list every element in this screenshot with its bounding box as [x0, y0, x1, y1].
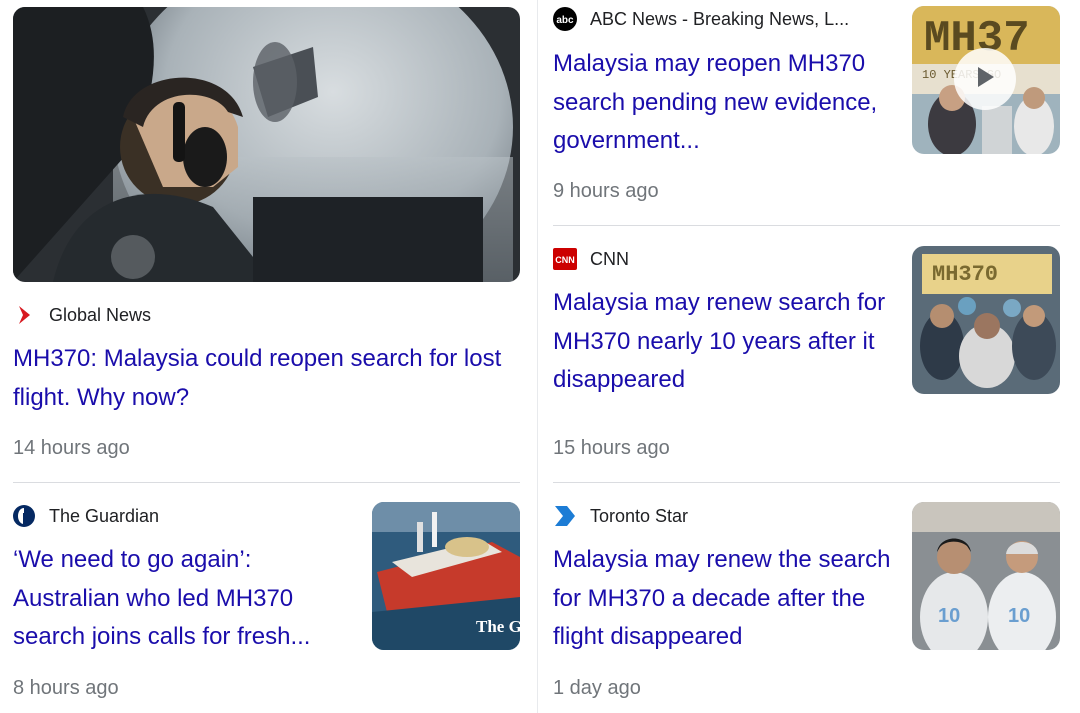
- headline-link[interactable]: ‘We need to go again’: Australian who le…: [13, 541, 358, 657]
- timestamp: 8 hours ago: [13, 677, 119, 699]
- source-name: The Guardian: [49, 505, 160, 526]
- search-ship-photo[interactable]: The Guar: [372, 502, 520, 650]
- relatives-praying-photo[interactable]: 10 10: [912, 502, 1060, 650]
- play-icon: [975, 66, 995, 93]
- svg-text:10: 10: [1008, 605, 1030, 627]
- search-ship-image: The Guar: [372, 502, 520, 650]
- news-card-guardian[interactable]: The Guardian ‘We need to go again’: Aust…: [0, 483, 530, 713]
- mh370-vigil-image: MH370: [912, 246, 1060, 394]
- news-card-abc-news[interactable]: abc ABC News - Breaking News, L... Malay…: [540, 0, 1080, 225]
- toronto-star-logo-icon: [552, 503, 578, 529]
- source-row: Toronto Star: [552, 503, 688, 529]
- banner-text: MH370: [932, 262, 998, 287]
- source-name: Toronto Star: [590, 505, 689, 526]
- svg-text:abc: abc: [556, 15, 574, 26]
- source-name: Global News: [49, 304, 152, 325]
- svg-text:CNN: CNN: [555, 255, 575, 265]
- mh370-vigil-photo[interactable]: MH370: [912, 246, 1060, 394]
- news-card-cnn[interactable]: CNN CNN Malaysia may renew search for MH…: [540, 226, 1080, 482]
- timestamp: 15 hours ago: [553, 437, 670, 459]
- timestamp: 1 day ago: [553, 677, 641, 699]
- column-divider: [537, 0, 538, 713]
- headline-link[interactable]: MH370: Malaysia could reopen search for …: [13, 340, 503, 417]
- search-plane-window-image: [13, 7, 520, 282]
- source-row: CNN CNN: [552, 246, 629, 272]
- abc-logo-icon: abc: [552, 6, 578, 32]
- headline-link[interactable]: Malaysia may reopen MH370 search pending…: [553, 45, 898, 161]
- headline-link[interactable]: Malaysia may renew the search for MH370 …: [553, 541, 898, 657]
- source-name: CNN: [590, 248, 629, 269]
- search-plane-window-photo[interactable]: [13, 7, 520, 282]
- source-row: The Guardian: [11, 503, 159, 529]
- source-row: Global News: [11, 302, 151, 328]
- guardian-logo-icon: [11, 503, 37, 529]
- headline-link[interactable]: Malaysia may renew search for MH370 near…: [553, 284, 898, 400]
- relatives-praying-image: 10 10: [912, 502, 1060, 650]
- news-card-toronto-star[interactable]: Toronto Star Malaysia may renew the sear…: [540, 483, 1080, 713]
- play-button[interactable]: [954, 48, 1016, 110]
- guardian-watermark: The Guar: [476, 617, 520, 636]
- source-row: abc ABC News - Breaking News, L...: [552, 6, 849, 32]
- timestamp: 14 hours ago: [13, 437, 130, 459]
- news-card-global-news[interactable]: Global News MH370: Malaysia could reopen…: [0, 0, 530, 480]
- mh370-banner-video-thumbnail[interactable]: MH37 10 YEARS GO: [912, 6, 1060, 154]
- timestamp: 9 hours ago: [553, 180, 659, 202]
- cnn-logo-icon: CNN: [552, 246, 578, 272]
- global-news-logo-icon: [11, 302, 37, 328]
- source-name: ABC News - Breaking News, L...: [590, 8, 850, 29]
- svg-text:10: 10: [938, 605, 960, 627]
